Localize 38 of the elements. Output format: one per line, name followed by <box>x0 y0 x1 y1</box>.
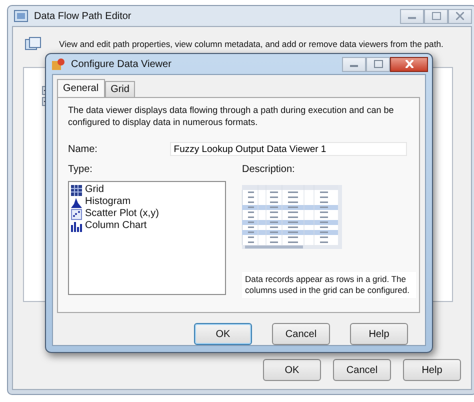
description-text: Data records appear as rows in a grid. The columns used in the grid can be configured. <box>245 274 410 295</box>
dialog-button[interactable]: Cancel <box>272 323 330 345</box>
close-button[interactable] <box>390 56 428 72</box>
dialog-button[interactable]: Cancel <box>333 359 391 381</box>
name-field[interactable]: Fuzzy Lookup Output Data Viewer 1 <box>170 142 407 156</box>
tab[interactable]: Grid <box>104 81 136 97</box>
histogram-icon <box>71 196 82 208</box>
grid-icon <box>71 184 82 196</box>
maximize-button[interactable] <box>424 8 448 24</box>
intro-text: The data viewer displays data flowing through a path during execution and can be configured to display data in numerous formats. <box>68 104 395 128</box>
type-item[interactable]: Scatter Plot (x,y) <box>71 208 223 220</box>
dialog-button[interactable]: OK <box>194 323 252 345</box>
description-label: Description: <box>242 164 296 175</box>
type-label: Type: <box>68 164 94 175</box>
window-icon <box>14 10 28 22</box>
type-list[interactable]: Grid Histogram Scatter Plot (x,y) Column Chart <box>68 181 226 295</box>
maximize-button[interactable] <box>366 56 390 72</box>
type-item[interactable]: Column Chart <box>71 220 223 232</box>
tab[interactable]: General <box>57 79 105 97</box>
path-icon <box>25 37 41 51</box>
window-title: Data Flow Path Editor <box>34 10 132 22</box>
maximize-icon <box>374 60 382 68</box>
minimize-button[interactable] <box>342 56 366 72</box>
type-item[interactable]: Grid <box>71 184 223 196</box>
dialog-button[interactable]: Help <box>350 323 408 345</box>
dialog-title: Configure Data Viewer <box>71 58 172 70</box>
viewer-icon <box>52 58 65 70</box>
dialog-button[interactable]: Help <box>403 359 461 381</box>
scatter-plot-icon <box>71 208 82 220</box>
editor-description: View and edit path properties, view column metadata, and add or remove data viewers from the path. <box>59 39 444 49</box>
minimize-button[interactable] <box>400 8 424 24</box>
maximize-icon <box>432 12 440 20</box>
close-icon <box>456 12 464 20</box>
dialog-button[interactable]: OK <box>263 359 321 381</box>
type-item[interactable]: Histogram <box>71 196 223 208</box>
name-label: Name: <box>68 144 98 154</box>
column-chart-icon <box>71 220 82 232</box>
close-icon <box>404 60 414 68</box>
